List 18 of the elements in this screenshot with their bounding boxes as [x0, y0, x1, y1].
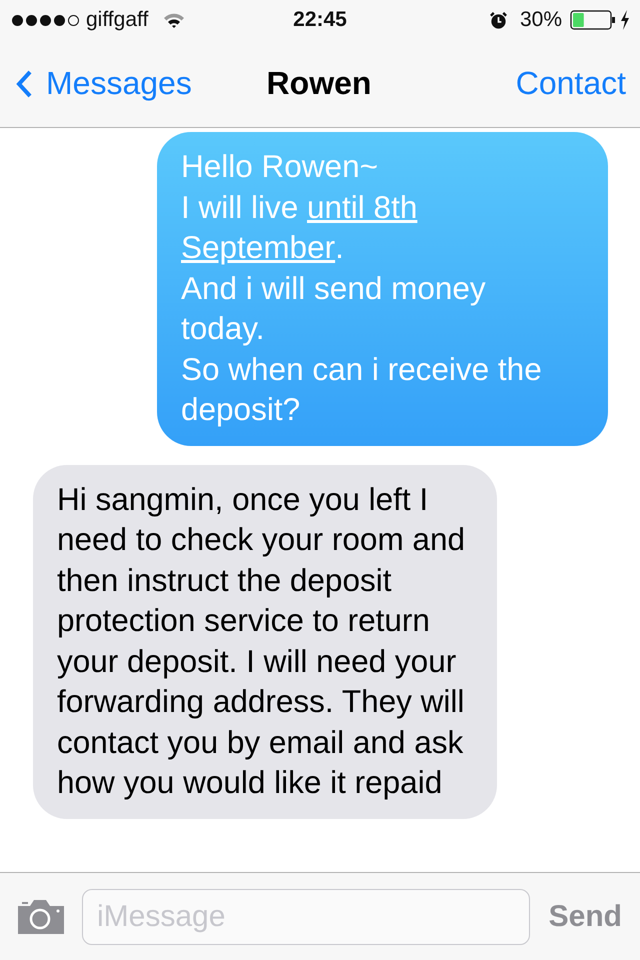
signal-icon	[12, 14, 79, 26]
alarm-clock-icon	[488, 10, 508, 30]
battery-icon	[570, 10, 616, 30]
chevron-left-icon	[16, 70, 32, 98]
back-button[interactable]: Messages	[16, 65, 192, 102]
message-bubble: Hello Rowen~ I will live until 8th September. And i will send money today. So when can i receive the deposit?	[157, 132, 608, 446]
wifi-icon	[162, 11, 186, 29]
send-button[interactable]: Send	[548, 900, 622, 934]
camera-icon[interactable]	[16, 898, 66, 936]
message-bubble: Hi sangmin, once you left I need to check your room and then instruct the deposit protection service to return your deposit. I will need your forwarding address. They will contact you by email and ask how you would like it repaid	[33, 464, 497, 818]
charging-bolt-icon	[620, 10, 630, 30]
date-link[interactable]: September	[181, 229, 336, 265]
date-link[interactable]: until 8th	[307, 188, 418, 224]
clock-time: 22:45	[293, 8, 347, 32]
carrier-name: giffgaff	[86, 8, 148, 32]
battery-percent: 30%	[520, 8, 562, 32]
contact-name: Rowen	[266, 65, 372, 102]
contact-button[interactable]: Contact	[516, 65, 626, 102]
